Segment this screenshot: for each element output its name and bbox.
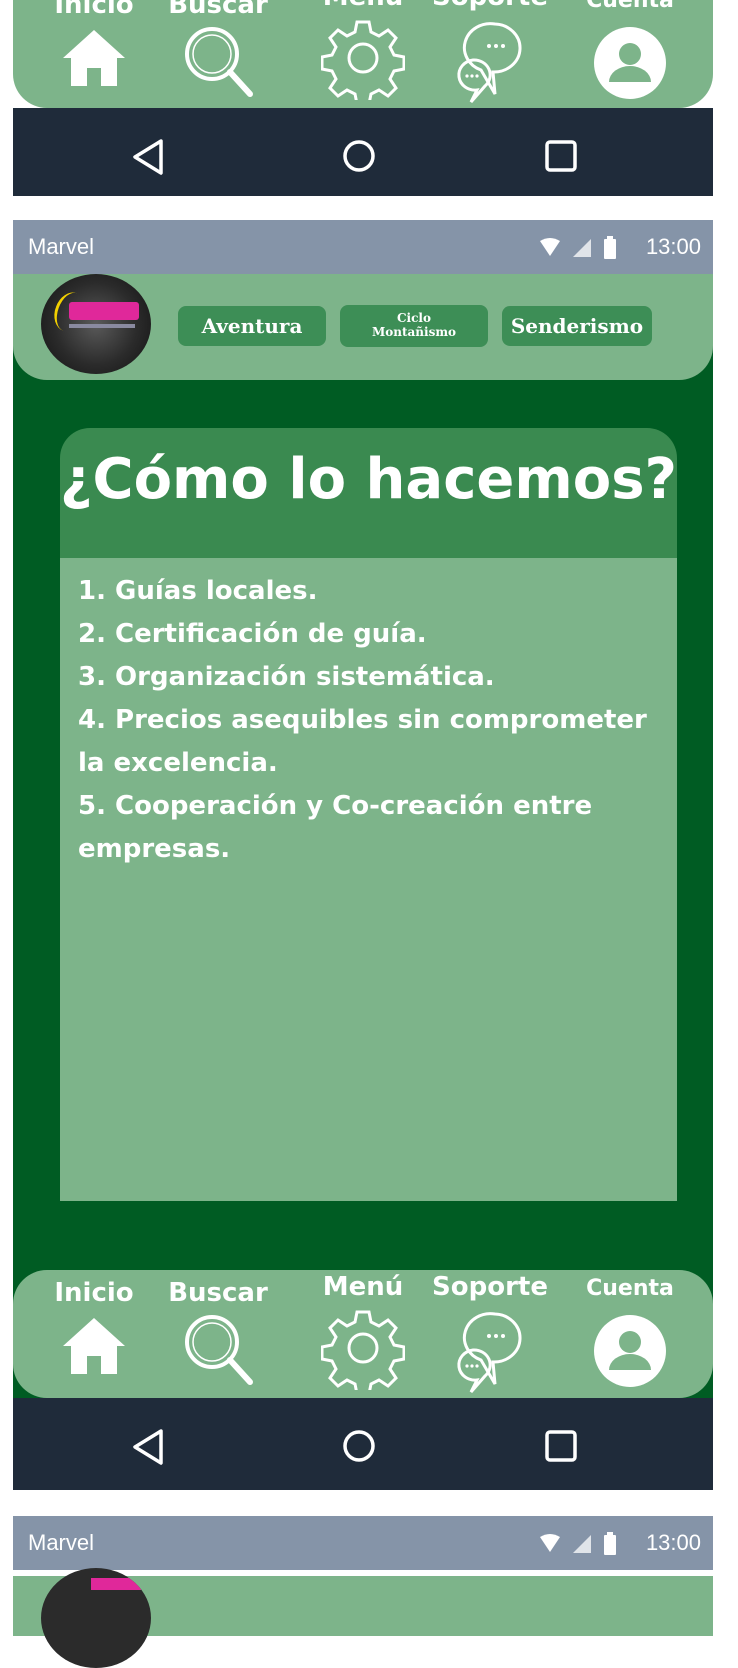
nav-label: Inicio (54, 0, 134, 20)
gear-icon (321, 20, 405, 100)
top-nav-buscar[interactable]: Buscar (163, 0, 273, 102)
signal-icon (573, 239, 591, 257)
carrier-label: Marvel (28, 234, 95, 259)
nav-label: Inicio (54, 1278, 134, 1308)
nav-label: Soporte (432, 1272, 548, 1302)
nav-inicio[interactable]: Inicio (52, 1280, 136, 1378)
list-item: 1. Guías locales. (78, 576, 318, 606)
clock: 13:00 (645, 234, 701, 259)
home-circle-icon[interactable] (341, 138, 377, 174)
nav-label: Menú (323, 0, 404, 10)
nav-cuenta[interactable]: Cuenta (580, 1278, 680, 1388)
search-icon (185, 1315, 253, 1385)
recents-icon[interactable] (543, 1428, 579, 1464)
top-nav-inicio[interactable]: Inicio (52, 0, 136, 90)
gear-icon (321, 1310, 405, 1390)
list-item: 4. Precios asequibles sin comprometer la… (78, 705, 647, 778)
status-bar: Marvel 13:00 (13, 220, 713, 274)
system-navigation-bar (13, 1398, 713, 1490)
company-logo-next[interactable] (41, 1568, 151, 1668)
battery-icon (604, 1532, 616, 1555)
card-title: ¿Cómo lo hacemos? (60, 447, 678, 512)
category-ciclo-montanismo-button[interactable]: Ciclo Montañismo (340, 305, 488, 347)
chat-icon (457, 22, 522, 103)
carrier-label: Marvel (28, 1530, 95, 1555)
nav-label: Cuenta (586, 0, 674, 13)
nav-label: Buscar (168, 0, 268, 20)
account-icon (594, 27, 666, 99)
list-item: 2. Certificación de guía. (78, 619, 427, 649)
top-nav-cuenta[interactable]: Cuenta (580, 0, 680, 100)
wifi-icon (540, 1534, 560, 1552)
back-icon[interactable] (131, 138, 165, 176)
list-item: 3. Organización sistemática. (78, 662, 495, 692)
battery-icon (604, 236, 616, 259)
home-icon (63, 1318, 125, 1374)
home-circle-icon[interactable] (341, 1428, 377, 1464)
system-navigation-bar-top (13, 108, 713, 196)
nav-label: Soporte (432, 0, 548, 10)
nav-label: Cuenta (586, 1276, 674, 1301)
recents-icon[interactable] (543, 138, 579, 174)
home-icon (63, 30, 125, 86)
nav-menu[interactable]: Menú (318, 1274, 408, 1390)
steps-list: 1. Guías locales. 2. Certificación de gu… (78, 570, 678, 871)
nav-label: Buscar (168, 1278, 268, 1308)
category-senderismo-button[interactable]: Senderismo (502, 306, 652, 346)
search-icon (185, 27, 253, 97)
nav-buscar[interactable]: Buscar (163, 1280, 273, 1390)
status-icons (539, 236, 617, 260)
back-icon[interactable] (131, 1428, 165, 1466)
category-aventura-button[interactable]: Aventura (178, 306, 326, 346)
nav-soporte[interactable]: Soporte (430, 1274, 550, 1396)
nav-label: Menú (322, 1272, 404, 1302)
top-nav-soporte[interactable]: Soporte (430, 0, 550, 106)
status-icons (539, 1532, 617, 1556)
account-icon (594, 1315, 666, 1387)
company-logo[interactable] (41, 274, 151, 374)
top-nav-menu[interactable]: Menú (318, 0, 408, 100)
status-bar-next: Marvel 13:00 (13, 1516, 713, 1570)
clock: 13:00 (645, 1530, 701, 1555)
wifi-icon (540, 238, 560, 256)
list-item: 5. Cooperación y Co-creación entre empre… (78, 791, 593, 864)
chat-icon (457, 1312, 522, 1393)
signal-icon (573, 1535, 591, 1553)
